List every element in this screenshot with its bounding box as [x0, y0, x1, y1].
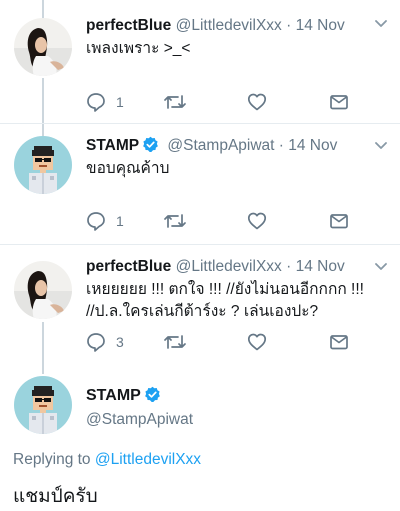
- like-button[interactable]: [247, 91, 267, 113]
- tweet-text: เพลงเพราะ >_<: [86, 40, 191, 57]
- tweet-text: ขอบคุณค้าบ: [86, 160, 170, 177]
- retweet-button[interactable]: [164, 91, 186, 113]
- retweet-icon: [164, 92, 186, 112]
- avatar[interactable]: [14, 18, 72, 76]
- chevron-down-icon[interactable]: [374, 16, 388, 35]
- main-tweet-text: แชมป์ครับ: [13, 486, 98, 507]
- reply-icon: [86, 211, 106, 231]
- avatar[interactable]: [14, 376, 72, 434]
- tweet-header: perfectBlue @LittledevilXxx · 14 Nov: [86, 16, 364, 36]
- like-button[interactable]: [247, 331, 267, 353]
- author-name[interactable]: STAMP: [86, 137, 139, 154]
- direct-message-button[interactable]: [329, 331, 349, 353]
- reply-icon: [86, 92, 106, 112]
- author-handle[interactable]: @StampApiwat: [167, 137, 274, 154]
- author-handle[interactable]: @LittledevilXxx: [176, 258, 282, 275]
- verified-badge-icon: [142, 136, 159, 159]
- direct-message-icon: [329, 211, 349, 231]
- direct-message-button[interactable]: [329, 91, 349, 113]
- reply-count: 1: [116, 213, 124, 229]
- verified-badge-icon: [144, 386, 161, 408]
- replying-to: Replying to @LittledevilXxx: [13, 451, 201, 469]
- reply-button[interactable]: 3: [86, 331, 124, 353]
- direct-message-icon: [329, 92, 349, 112]
- tweet-item[interactable]: perfectBlue @LittledevilXxx · 14 Nov เพล…: [0, 0, 400, 122]
- reply-button[interactable]: 1: [86, 210, 124, 232]
- avatar[interactable]: [14, 136, 72, 194]
- tweet-header: STAMP @StampApiwat · 14 Nov: [86, 136, 364, 159]
- main-tweet-header: STAMP @StampApiwat: [86, 386, 193, 430]
- reply-icon: [86, 332, 106, 352]
- direct-message-button[interactable]: [329, 210, 349, 232]
- tweet-date[interactable]: · 14 Nov: [286, 258, 345, 275]
- tweet-text: เหยยยยย !!! ตกใจ !!! //ยังไม่นอนอีกกกก !…: [86, 281, 364, 320]
- tweet-item[interactable]: perfectBlue @LittledevilXxx · 14 Nov เหย…: [0, 245, 400, 365]
- author-name[interactable]: perfectBlue: [86, 17, 171, 34]
- like-button[interactable]: [247, 210, 267, 232]
- replying-prefix: Replying to: [13, 451, 91, 468]
- retweet-button[interactable]: [164, 210, 186, 232]
- reply-button[interactable]: 1: [86, 91, 124, 113]
- like-icon: [247, 211, 267, 231]
- tweet-date[interactable]: · 14 Nov: [279, 137, 338, 154]
- retweet-icon: [164, 211, 186, 231]
- chevron-down-icon[interactable]: [374, 259, 388, 278]
- author-handle[interactable]: @LittledevilXxx: [176, 17, 282, 34]
- reply-count: 3: [116, 334, 124, 350]
- retweet-button[interactable]: [164, 331, 186, 353]
- retweet-icon: [164, 332, 186, 352]
- reply-count: 1: [116, 94, 124, 110]
- like-icon: [247, 92, 267, 112]
- author-handle[interactable]: @StampApiwat: [86, 410, 193, 430]
- tweet-item[interactable]: STAMP @StampApiwat · 14 Nov ขอบคุณค้าบ 1: [0, 124, 400, 244]
- avatar[interactable]: [14, 261, 72, 319]
- author-name[interactable]: perfectBlue: [86, 258, 171, 275]
- tweet-header: perfectBlue @LittledevilXxx · 14 Nov: [86, 257, 364, 277]
- tweet-date[interactable]: · 14 Nov: [286, 17, 345, 34]
- like-icon: [247, 332, 267, 352]
- chevron-down-icon[interactable]: [374, 138, 388, 157]
- direct-message-icon: [329, 332, 349, 352]
- replying-mention-link[interactable]: @LittledevilXxx: [95, 451, 201, 468]
- author-name[interactable]: STAMP: [86, 387, 141, 404]
